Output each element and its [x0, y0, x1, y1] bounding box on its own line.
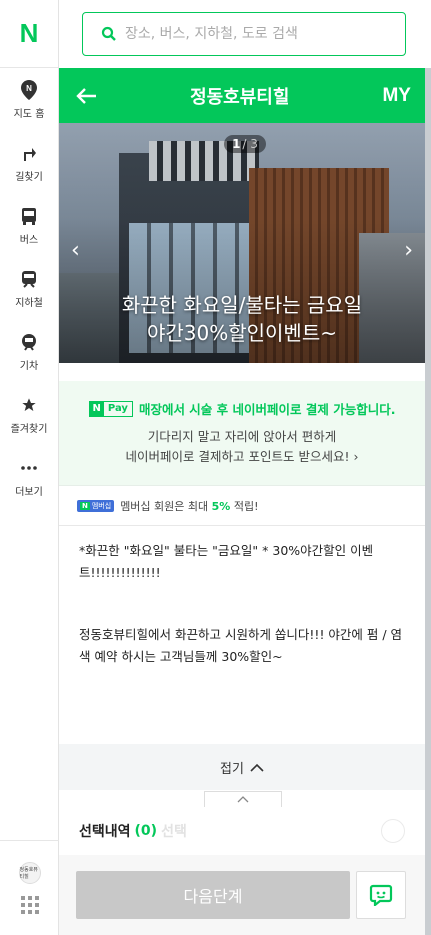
avatar[interactable]: 정동호뷰티힐 [18, 862, 41, 884]
more-icon [18, 457, 40, 479]
sidebar-item-more[interactable]: 더보기 [0, 446, 58, 509]
caption-line: 화끈한 화요일/불타는 금요일 [121, 293, 363, 317]
pager-total: / 3 [242, 137, 258, 151]
description-paragraph: 정동호뷰티힐에서 화끈하고 시원하게 쏩니다!!! 야간에 펌 / 염색 예약 … [79, 627, 403, 664]
fold-button[interactable]: 접기 [59, 744, 425, 790]
talk-talk-button[interactable] [356, 871, 406, 919]
carousel-next-icon[interactable]: › [404, 240, 413, 262]
bottom-action-bar: 다음단계 [59, 855, 425, 935]
sidebar-item-map-home[interactable]: N 지도 홈 [0, 68, 58, 131]
fold-label: 접기 [220, 761, 244, 777]
sidebar-item-label: 버스 [19, 235, 39, 246]
caption-line: 야간30%할인이벤트~ [146, 321, 337, 345]
selection-summary[interactable]: 선택내역 (0) 선택 [59, 807, 425, 855]
collapse-handle[interactable] [204, 791, 282, 807]
chevron-up-icon [237, 796, 249, 803]
left-rail: N N 지도 홈 길찾기 버스 지하철 기차 즐겨찾기 더보기 정동호뷰티힐 [0, 0, 59, 935]
panel-header: 정동호뷰티힐 MY [59, 68, 425, 123]
chevron-right-icon: › [353, 449, 359, 464]
rail-bottom: 정동호뷰티힐 [0, 840, 59, 935]
avatar-text: 정동호뷰티힐 [19, 867, 38, 880]
map-pin-icon: N [18, 79, 40, 101]
sidebar-item-label: 지도 홈 [13, 109, 45, 120]
carousel-caption: 화끈한 화요일/불타는 금요일 야간30%할인이벤트~ [59, 291, 425, 347]
sidebar-item-train[interactable]: 기차 [0, 320, 58, 383]
svg-text:N: N [26, 84, 32, 93]
star-icon [18, 394, 40, 416]
sidebar-item-label: 기차 [19, 361, 39, 372]
search-box[interactable] [82, 12, 406, 56]
membership-badge: N 멤버십 [77, 499, 115, 512]
back-arrow-icon[interactable] [75, 87, 97, 105]
selection-count: (0) [134, 823, 158, 839]
event-description: *화끈한 "화요일" 불타는 "금요일" * 30%야간할인 이벤트!!!!!!… [59, 526, 425, 744]
carousel-prev-icon[interactable]: ‹ [71, 240, 80, 262]
selection-label: 선택내역 [79, 824, 131, 840]
npay-description: 기다리지 말고 자리에 앉아서 편하게 네이버페이로 결제하고 포인트도 받으세… [125, 429, 359, 464]
app-grid-icon[interactable] [20, 896, 39, 914]
sidebar-item-subway[interactable]: 지하철 [0, 257, 58, 320]
pager-current: 1 [232, 137, 241, 151]
search-bar [59, 0, 431, 68]
description-paragraph: *화끈한 "화요일" 불타는 "금요일" * 30%야간할인 이벤트!!!!!!… [79, 543, 374, 580]
sidebar-item-favorites[interactable]: 즐겨찾기 [0, 383, 58, 446]
sidebar-item-label: 즐겨찾기 [10, 424, 48, 435]
selection-toggle[interactable] [381, 819, 405, 843]
search-icon [101, 26, 116, 41]
naver-logo[interactable]: N [0, 0, 58, 68]
chevron-up-icon [250, 763, 264, 772]
place-detail-panel: 정동호뷰티힐 MY 1 / 3 ‹ › 화끈한 화요일/불타는 금요일 야간30… [59, 68, 425, 935]
subway-icon [18, 268, 40, 290]
selection-ghost-text: 선택 [161, 824, 187, 840]
photo-carousel[interactable]: 1 / 3 ‹ › 화끈한 화요일/불타는 금요일 야간30%할인이벤트~ [59, 123, 425, 363]
sidebar-item-bus[interactable]: 버스 [0, 194, 58, 257]
npay-badge: N Pay [88, 400, 133, 417]
membership-info: N 멤버십 멤버십 회원은 최대 5% 적립! [59, 486, 425, 526]
search-input[interactable] [125, 26, 375, 42]
directions-icon [18, 142, 40, 164]
map-edge [425, 68, 431, 935]
npay-title: 매장에서 시술 후 네이버페이로 결제 가능합니다. [138, 402, 396, 417]
page-title: 정동호뷰티힐 [190, 86, 290, 108]
naver-pay-banner[interactable]: N Pay 매장에서 시술 후 네이버페이로 결제 가능합니다. 기다리지 말고 … [59, 381, 425, 486]
bus-icon [18, 205, 40, 227]
sidebar-item-label: 더보기 [15, 487, 43, 498]
membership-text: 멤버십 회원은 최대 5% 적립! [120, 499, 259, 513]
chat-icon [369, 884, 393, 906]
my-button[interactable]: MY [382, 85, 411, 107]
next-step-button[interactable]: 다음단계 [76, 871, 350, 919]
sidebar-item-directions[interactable]: 길찾기 [0, 131, 58, 194]
sidebar-item-label: 길찾기 [15, 172, 43, 183]
carousel-pager: 1 / 3 [224, 135, 266, 153]
train-icon [18, 331, 40, 353]
sidebar-item-label: 지하철 [15, 298, 43, 309]
